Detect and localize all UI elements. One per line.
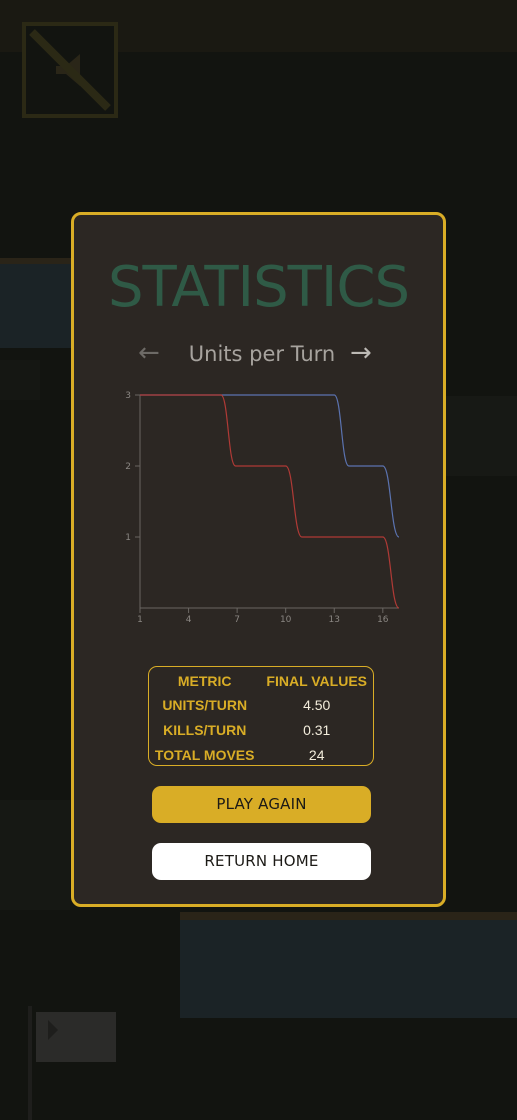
y-tick-label: 2 [125,462,131,472]
table-row: TOTAL MOVES 24 [149,742,373,767]
play-again-button[interactable]: PLAY AGAIN [152,786,371,823]
header-final-values: FINAL VALUES [266,673,368,689]
metric-label: TOTAL MOVES [154,746,255,763]
stats-table: METRIC FINAL VALUES UNITS/TURN 4.50 KILL… [148,666,374,766]
x-tick-label: 4 [186,615,192,625]
map-water-right [180,912,517,1018]
series-line-2 [140,394,400,609]
metric-label: KILLS/TURN [163,721,247,738]
x-tick-label: 10 [280,615,292,625]
metric-value: 24 [308,746,325,763]
header-metric: METRIC [177,673,232,689]
x-tick-label: 13 [329,615,340,625]
flag-icon [28,1006,118,1120]
units-per-turn-chart: 1 2 3 1 4 7 10 13 16 [125,391,400,625]
y-tick-label: 1 [125,533,131,543]
metric-value: 0.31 [303,721,331,738]
metric-label: UNITS/TURN [162,696,248,713]
return-home-button[interactable]: RETURN HOME [152,843,371,880]
map-ground-lower-left [0,800,70,910]
no-sound-icon[interactable] [22,22,118,118]
table-row: KILLS/TURN 0.31 [149,717,373,742]
map-water-left [0,258,76,348]
x-tick-label: 7 [234,615,240,625]
statistics-modal: STATISTICS ← Units per Turn → 1 2 3 1 4 7 10 13… [71,212,446,907]
table-row: UNITS/TURN 4.50 [149,692,373,717]
x-tick-label: 16 [377,615,389,625]
metric-value: 4.50 [303,696,331,713]
map-ground-right [440,396,517,476]
y-tick-label: 3 [125,391,131,401]
map-ground-left [0,360,40,400]
x-tick-label: 1 [137,615,143,625]
game-screen: STATISTICS ← Units per Turn → 1 2 3 1 4 7 10 13… [0,0,517,1120]
